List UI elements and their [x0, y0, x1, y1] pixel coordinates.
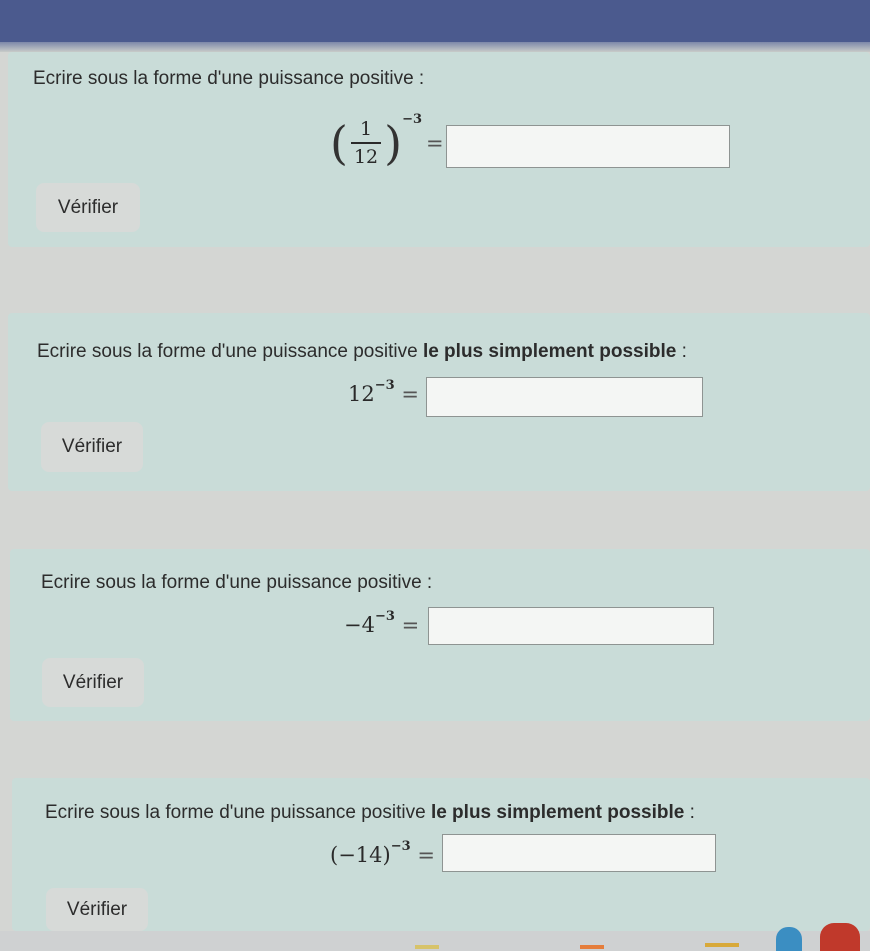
exercise-4-prompt-emphasis: le plus simplement possible	[430, 802, 685, 823]
exercise-3-expression: −4−3 =	[344, 609, 420, 637]
exercise-4-base: (−14)	[330, 843, 391, 867]
exercise-2-base: 12	[348, 382, 375, 406]
exercise-1-prompt: Ecrire sous la forme d'une puissance pos…	[33, 68, 424, 90]
fraction-numerator: 1	[360, 118, 373, 141]
fraction: 1 12	[350, 118, 382, 168]
exercise-1-answer-input[interactable]	[446, 125, 730, 168]
app-icon[interactable]	[820, 923, 860, 951]
exercise-1-exponent: −3	[402, 111, 423, 127]
exercise-4-answer-input[interactable]	[442, 834, 716, 872]
exercise-1-expression: ( 1 12 ) −3 =	[330, 108, 444, 178]
exercise-4-exponent: −3	[390, 839, 411, 854]
exercise-2-answer-input[interactable]	[426, 377, 703, 417]
exercise-3-exponent: −3	[374, 609, 395, 624]
fraction-denominator: 12	[353, 145, 379, 168]
equals-sign: =	[401, 382, 419, 406]
exercise-1-verify-button[interactable]: Vérifier	[36, 183, 140, 232]
exercise-1-prompt-text: Ecrire sous la forme d'une puissance pos…	[33, 68, 425, 89]
exercise-4-expression: (−14)−3 =	[330, 839, 435, 867]
fraction-bar	[350, 142, 382, 144]
equals-sign: =	[401, 613, 420, 637]
exercise-3-prompt-text: Ecrire sous la forme d'une puissance pos…	[41, 572, 433, 593]
taskbar-indicator	[705, 943, 739, 947]
equals-sign: =	[417, 843, 435, 867]
right-paren: )	[384, 116, 403, 170]
exercise-4-prompt-text: Ecrire sous la forme d'une puissance pos…	[45, 802, 431, 823]
exercise-2-prompt: Ecrire sous la forme d'une puissance pos…	[37, 341, 687, 363]
exercise-2-prompt-emphasis: le plus simplement possible	[422, 341, 677, 362]
top-bar-edge	[0, 42, 870, 52]
taskbar-indicator	[415, 945, 439, 949]
exercise-2-expression: 12−3 =	[348, 378, 419, 406]
exercise-4-prompt-end: :	[684, 802, 695, 823]
browser-top-bar	[0, 0, 870, 42]
app-icon[interactable]	[776, 927, 802, 951]
taskbar-indicator	[580, 945, 604, 949]
exercise-3-answer-input[interactable]	[428, 607, 714, 645]
left-paren: (	[330, 116, 348, 170]
exercise-2-prompt-end: :	[676, 341, 687, 362]
exercise-2-verify-button[interactable]: Vérifier	[41, 422, 143, 472]
exercise-4-verify-button[interactable]: Vérifier	[46, 888, 148, 931]
exercise-3-base: −4	[344, 613, 375, 637]
exercise-2-exponent: −3	[374, 378, 395, 393]
taskbar	[0, 923, 870, 951]
exercise-2-prompt-text: Ecrire sous la forme d'une puissance pos…	[37, 341, 423, 362]
exercise-3-verify-button[interactable]: Vérifier	[42, 658, 144, 707]
exercise-3-prompt: Ecrire sous la forme d'une puissance pos…	[41, 572, 432, 594]
equals-sign: =	[426, 131, 444, 155]
exercise-4-prompt: Ecrire sous la forme d'une puissance pos…	[45, 802, 695, 824]
